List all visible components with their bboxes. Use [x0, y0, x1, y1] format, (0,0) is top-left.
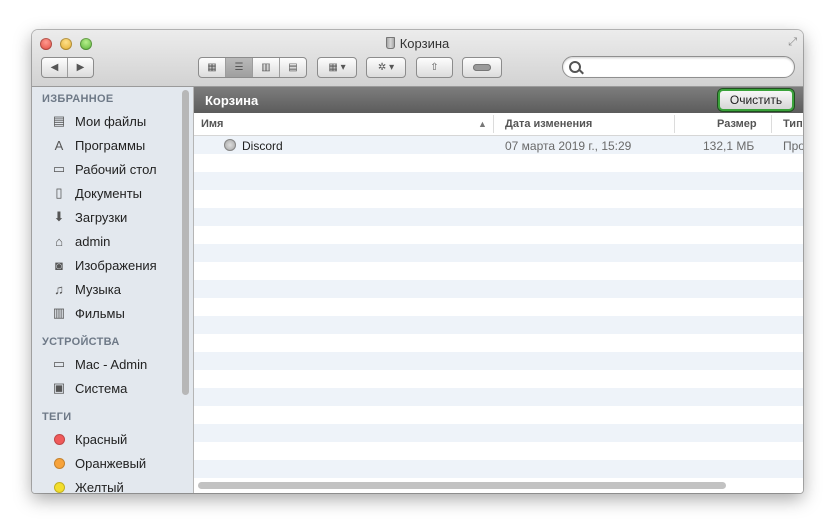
sidebar-scrollbar[interactable] — [182, 90, 189, 395]
arrange-button[interactable]: ▦ ▾ — [317, 57, 357, 78]
search-icon — [569, 61, 581, 73]
column-divider[interactable] — [771, 115, 772, 133]
trash-header-bar: Корзина Очистить — [194, 87, 803, 113]
tags-button[interactable] — [462, 57, 502, 78]
list-view-icon[interactable]: ☰ — [226, 58, 253, 77]
app-icon — [224, 139, 236, 151]
window-title: Корзина — [32, 36, 803, 51]
file-list: Discord 07 марта 2019 г., 15:29 132,1 МБ… — [194, 136, 803, 483]
empty-row — [194, 244, 803, 262]
empty-row — [194, 280, 803, 298]
empty-row — [194, 352, 803, 370]
table-row[interactable]: Discord 07 марта 2019 г., 15:29 132,1 МБ… — [194, 136, 803, 154]
folder-title: Корзина — [205, 93, 259, 108]
film-icon: ▥ — [52, 305, 66, 320]
forward-button[interactable]: ▶ — [68, 62, 93, 73]
empty-row — [194, 460, 803, 478]
column-size[interactable]: Размер — [717, 118, 757, 130]
file-browser: Корзина Очистить Имя ▲ Дата изменения Ра… — [194, 87, 803, 493]
sidebar-item-desktop[interactable]: ▭ Рабочий стол — [50, 159, 180, 179]
trash-icon — [385, 37, 395, 49]
search-input[interactable] — [585, 59, 789, 77]
column-divider[interactable] — [674, 115, 675, 133]
sort-ascending-icon: ▲ — [478, 119, 487, 129]
column-name[interactable]: Имя — [201, 118, 223, 130]
column-header: Имя ▲ Дата изменения Размер Тип — [194, 113, 803, 136]
sidebar-item-applications[interactable]: A Программы — [50, 135, 180, 155]
sidebar-item-documents[interactable]: ▯ Документы — [50, 183, 180, 203]
empty-row — [194, 442, 803, 460]
empty-row — [194, 262, 803, 280]
empty-row — [194, 226, 803, 244]
search-field[interactable] — [562, 56, 795, 78]
applications-icon: A — [54, 137, 64, 153]
icon-view-icon[interactable]: ▦ — [199, 58, 226, 77]
coverflow-view-icon[interactable]: ▤ — [280, 58, 306, 77]
empty-row — [194, 424, 803, 442]
back-forward-control: ◀ ▶ — [41, 57, 94, 78]
downloads-icon: ⬇ — [53, 209, 65, 224]
disk-icon: ▣ — [52, 380, 66, 395]
sidebar-item-movies[interactable]: ▥ Фильмы — [50, 303, 180, 323]
file-date: 07 марта 2019 г., 15:29 — [505, 139, 632, 153]
finder-window: Корзина ⤢ ◀ ▶ ▦ ☰ ▥ ▤ ▦ ▾ ✲ ▾ ⇧ ИЗБРАННО… — [32, 30, 803, 493]
file-size: 132,1 МБ — [703, 139, 755, 153]
column-view-icon[interactable]: ▥ — [253, 58, 280, 77]
column-divider[interactable] — [493, 115, 494, 133]
sidebar-item-downloads[interactable]: ⬇ Загрузки — [50, 207, 180, 227]
all-files-icon: ▤ — [52, 113, 66, 128]
sidebar-item-tag-red[interactable]: Красный — [50, 429, 180, 449]
sidebar-section-favorites: ИЗБРАННОЕ — [42, 93, 114, 105]
empty-row — [194, 370, 803, 388]
desktop-icon: ▭ — [52, 161, 66, 176]
share-button[interactable]: ⇧ — [416, 57, 453, 78]
music-icon: ♫ — [54, 281, 64, 297]
sidebar-item-system[interactable]: ▣ Система — [50, 378, 180, 398]
toolbar: Корзина ⤢ ◀ ▶ ▦ ☰ ▥ ▤ ▦ ▾ ✲ ▾ ⇧ — [32, 30, 803, 87]
sidebar-section-tags: ТЕГИ — [42, 411, 72, 423]
column-date-modified[interactable]: Дата изменения — [505, 118, 592, 130]
computer-icon: ▭ — [52, 356, 66, 371]
empty-row — [194, 298, 803, 316]
sidebar-item-all-files[interactable]: ▤ Мои файлы — [50, 111, 180, 131]
empty-row — [194, 388, 803, 406]
column-kind[interactable]: Тип — [783, 118, 803, 130]
red-tag-icon — [54, 433, 65, 445]
sidebar-item-home[interactable]: ⌂ admin — [50, 231, 180, 251]
camera-icon: ◙ — [55, 257, 63, 273]
empty-row — [194, 208, 803, 226]
sidebar-item-music[interactable]: ♫ Музыка — [50, 279, 180, 299]
view-mode-control: ▦ ☰ ▥ ▤ — [198, 57, 307, 78]
documents-icon: ▯ — [55, 185, 63, 200]
horizontal-scrollbar[interactable] — [198, 482, 726, 489]
empty-row — [194, 154, 803, 172]
fullscreen-icon[interactable]: ⤢ — [788, 36, 797, 49]
tag-icon — [473, 64, 491, 71]
home-icon: ⌂ — [55, 233, 63, 249]
empty-row — [194, 172, 803, 190]
action-gear-button[interactable]: ✲ ▾ — [366, 57, 406, 78]
sidebar-item-mac[interactable]: ▭ Mac - Admin — [50, 354, 180, 374]
orange-tag-icon — [54, 457, 65, 469]
yellow-tag-icon — [54, 481, 65, 493]
sidebar-item-tag-orange[interactable]: Оранжевый — [50, 453, 180, 473]
sidebar-section-devices: УСТРОЙСТВА — [42, 336, 120, 348]
sidebar-item-tag-yellow[interactable]: Желтый — [50, 477, 180, 493]
empty-row — [194, 190, 803, 208]
empty-row — [194, 406, 803, 424]
sidebar: ИЗБРАННОЕ ▤ Мои файлы A Программы ▭ Рабочий… — [32, 87, 194, 493]
file-kind: Про — [783, 139, 803, 153]
empty-trash-button[interactable]: Очистить — [718, 89, 794, 111]
empty-row — [194, 316, 803, 334]
sidebar-item-pictures[interactable]: ◙ Изображения — [50, 255, 180, 275]
file-name: Discord — [242, 139, 283, 153]
back-button[interactable]: ◀ — [42, 62, 67, 73]
empty-row — [194, 334, 803, 352]
